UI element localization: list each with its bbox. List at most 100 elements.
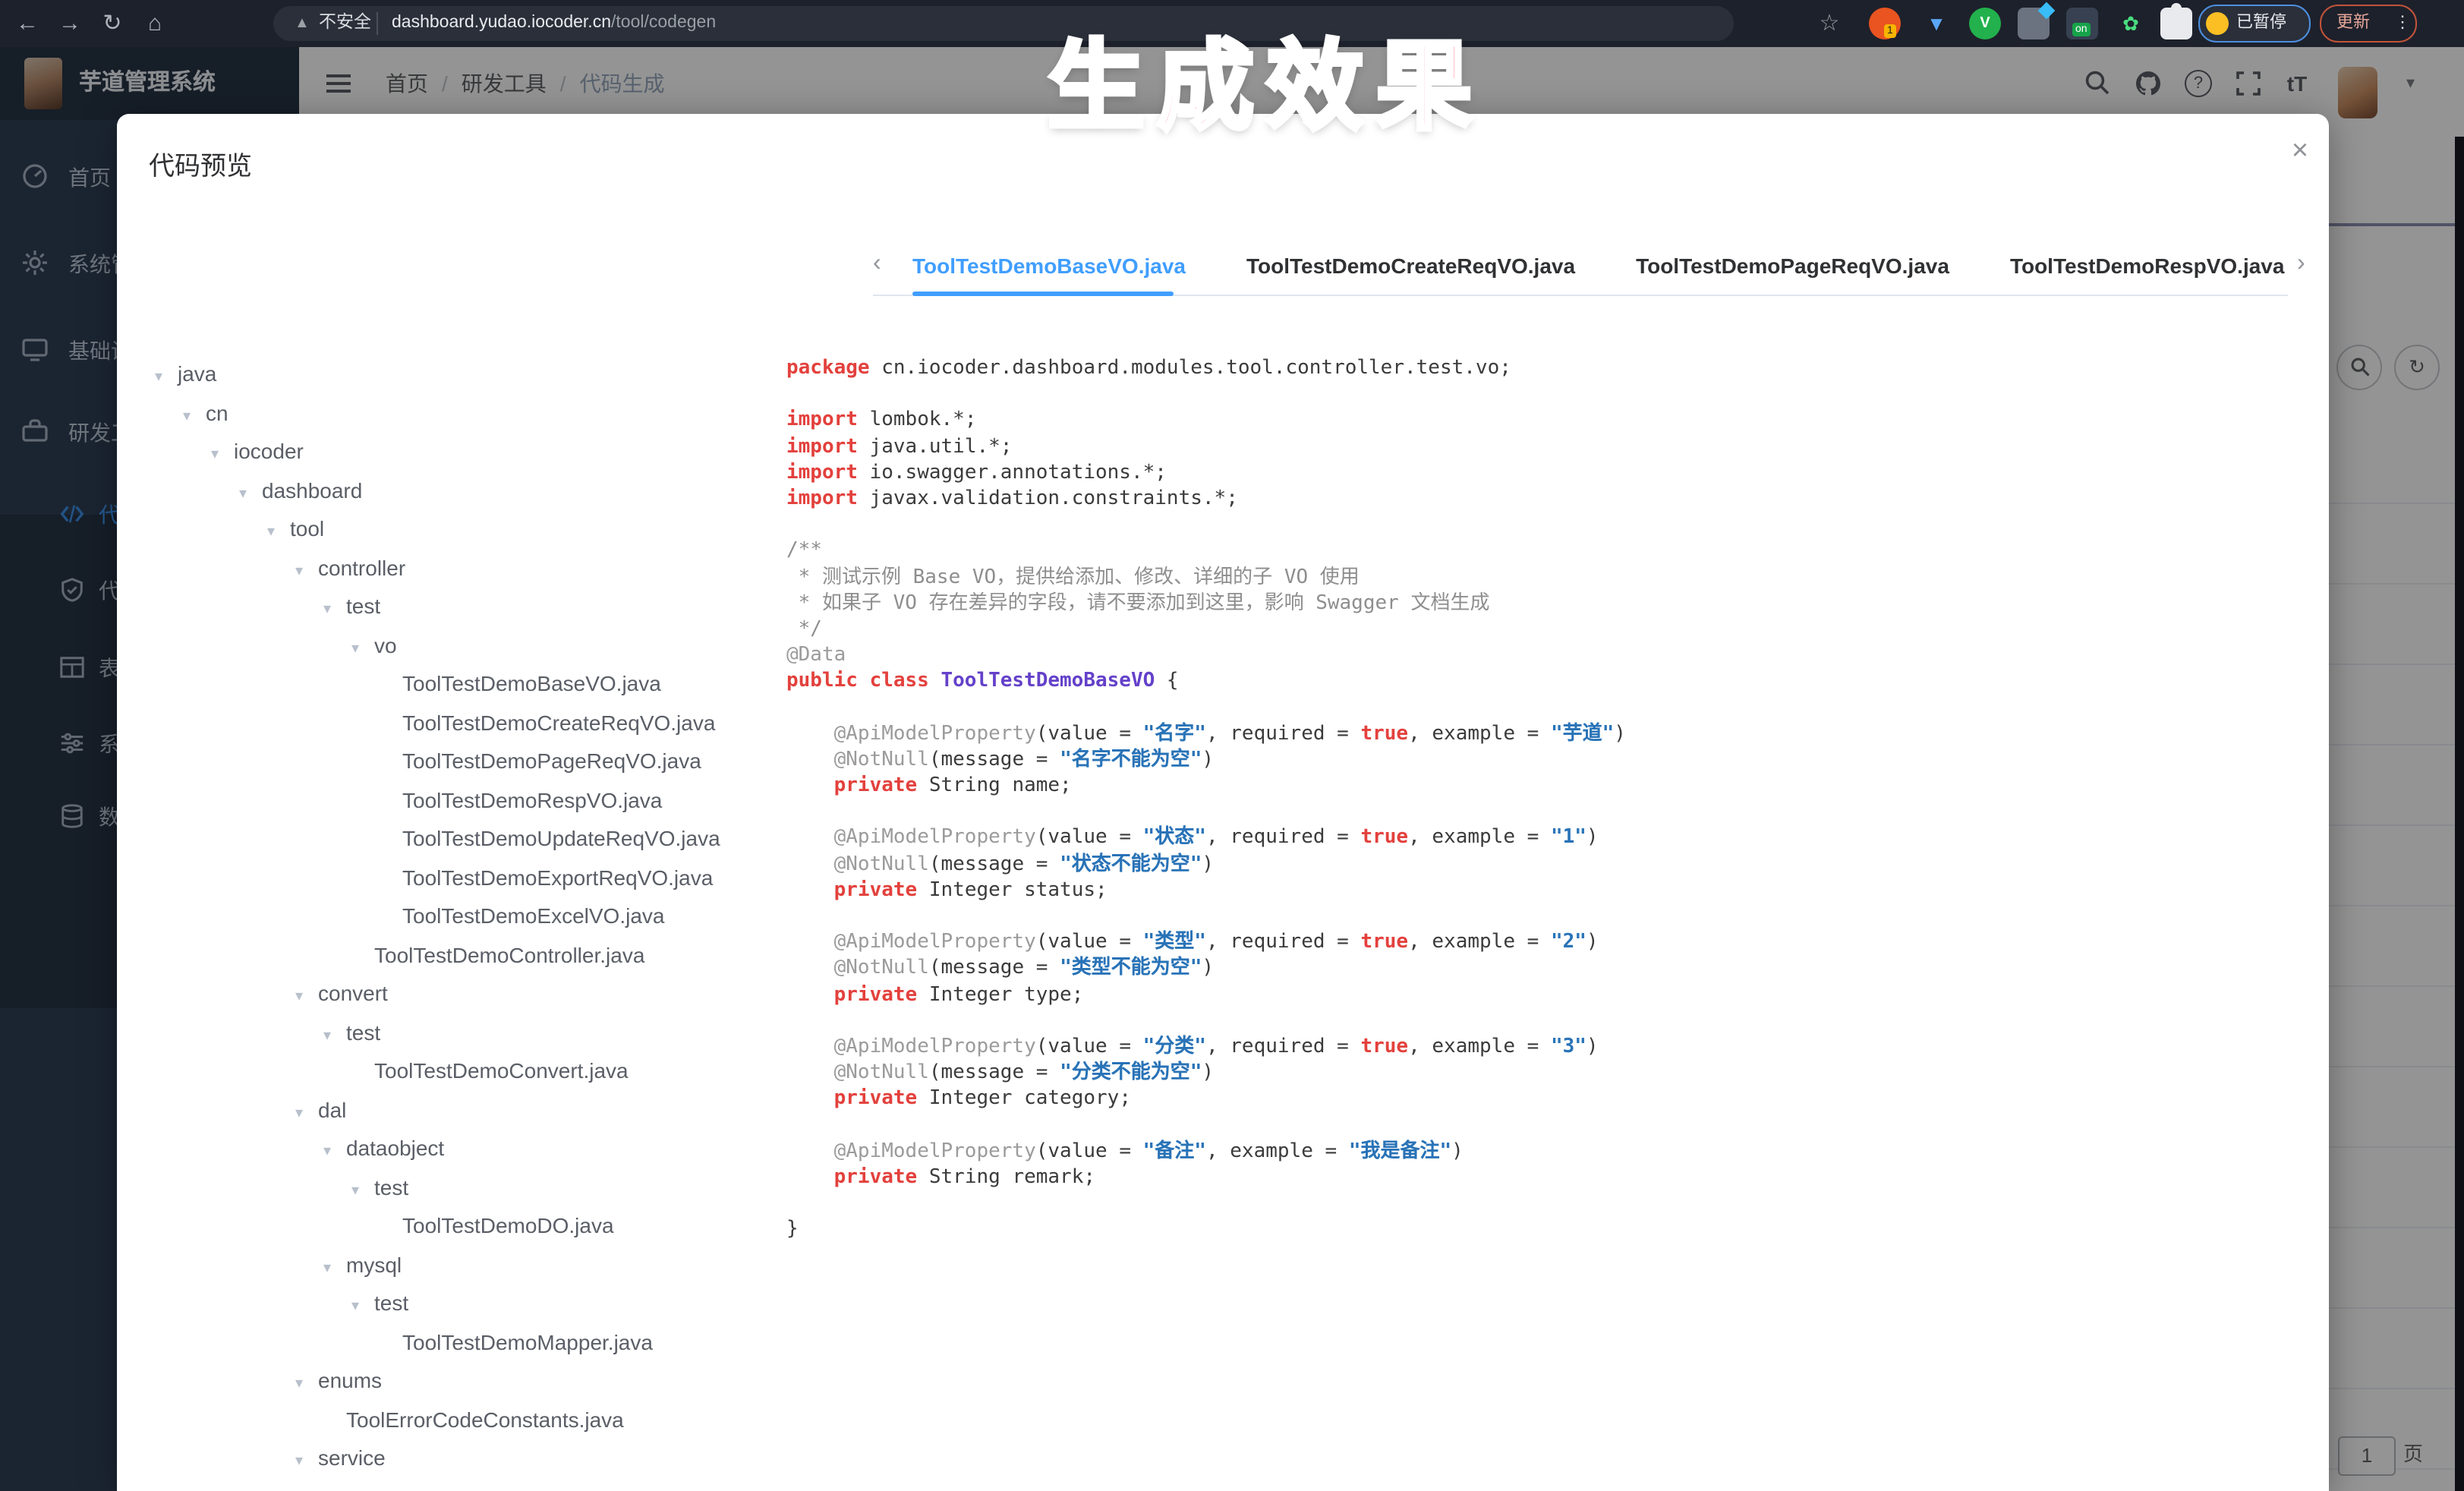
tree-file-row[interactable]: ToolTestDemoUpdateReqVO.java — [117, 820, 770, 859]
tree-node-label[interactable]: vo — [374, 632, 397, 657]
tree-expand-caret-icon[interactable]: ▾ — [351, 1171, 374, 1210]
tree-node-label[interactable]: ToolTestDemoConvert.java — [374, 1058, 629, 1083]
tree-node-label[interactable]: test — [346, 1020, 380, 1044]
tree-node-label[interactable]: convert — [318, 981, 388, 1005]
tree-file-row[interactable]: ToolTestDemoConvert.java — [117, 1052, 770, 1091]
extension-grid-icon[interactable] — [2018, 8, 2050, 39]
tree-folder-row[interactable]: ▾mysql — [117, 1246, 770, 1285]
tabs-scroll-right-icon[interactable]: › — [2297, 251, 2305, 278]
tree-folder-row[interactable]: ▾test — [117, 1478, 770, 1491]
extension-green-v-icon[interactable]: V — [1969, 8, 2001, 39]
tree-node-label[interactable]: java — [178, 361, 216, 386]
page-scrollbar[interactable] — [2455, 137, 2464, 1491]
url-text[interactable]: dashboard.yudao.iocoder.cn/tool/codegen — [392, 6, 716, 41]
tree-expand-caret-icon[interactable]: ▾ — [323, 1017, 346, 1055]
tree-folder-row[interactable]: ▾dal — [117, 1091, 770, 1130]
tree-expand-caret-icon[interactable]: ▾ — [295, 978, 318, 1017]
tree-file-row[interactable]: ToolTestDemoPageReqVO.java — [117, 742, 770, 781]
tree-node-label[interactable]: ToolErrorCodeConstants.java — [346, 1407, 624, 1431]
bookmark-star-icon[interactable]: ☆ — [1814, 0, 1845, 47]
tree-node-label[interactable]: ToolTestDemoBaseVO.java — [402, 671, 661, 695]
tree-expand-caret-icon[interactable]: ▾ — [351, 1288, 374, 1326]
tree-node-label[interactable]: cn — [206, 400, 228, 424]
tree-node-label[interactable]: ToolTestDemoMapper.java — [402, 1329, 653, 1354]
browser-back-icon[interactable]: ← — [12, 0, 43, 47]
browser-update-button[interactable]: 更新 ⋮ — [2320, 5, 2417, 43]
tree-node-label[interactable]: tool — [290, 516, 324, 541]
tree-folder-row[interactable]: ▾test — [117, 588, 770, 626]
tree-folder-row[interactable]: ▾vo — [117, 626, 770, 665]
tree-expand-caret-icon[interactable]: ▾ — [183, 397, 206, 436]
tree-node-label[interactable]: dashboard — [262, 478, 362, 502]
file-tab-0[interactable]: ToolTestDemoBaseVO.java — [912, 243, 1186, 288]
tree-node-label[interactable]: ToolTestDemoExportReqVO.java — [402, 865, 713, 889]
browser-home-icon[interactable]: ⌂ — [140, 0, 170, 47]
tree-folder-row[interactable]: ▾test — [117, 1285, 770, 1323]
tree-expand-caret-icon[interactable]: ▾ — [323, 1133, 346, 1171]
tree-folder-row[interactable]: ▾dataobject — [117, 1130, 770, 1168]
tree-expand-caret-icon[interactable]: ▾ — [323, 591, 346, 629]
tree-file-row[interactable]: ToolTestDemoBaseVO.java — [117, 665, 770, 704]
extension-orange-icon[interactable]: 1 — [1869, 8, 1901, 39]
tree-folder-row[interactable]: ▾tool — [117, 510, 770, 549]
tree-expand-caret-icon[interactable]: ▾ — [295, 1365, 318, 1404]
tree-node-label[interactable]: iocoder — [234, 439, 304, 463]
tree-expand-caret-icon[interactable]: ▾ — [267, 513, 290, 552]
tree-node-label[interactable]: ToolTestDemoPageReqVO.java — [402, 749, 701, 773]
tree-file-row[interactable]: ToolTestDemoCreateReqVO.java — [117, 704, 770, 742]
tree-node-label[interactable]: ToolTestDemoExcelVO.java — [402, 903, 665, 928]
tree-expand-caret-icon[interactable]: ▾ — [295, 1094, 318, 1133]
tree-folder-row[interactable]: ▾dashboard — [117, 471, 770, 510]
tree-file-row[interactable]: ToolErrorCodeConstants.java — [117, 1401, 770, 1439]
tree-node-label[interactable]: test — [346, 594, 380, 618]
browser-menu-kebab-icon[interactable]: ⋮ — [2394, 6, 2411, 41]
tree-expand-caret-icon[interactable]: ▾ — [323, 1481, 346, 1491]
tree-folder-row[interactable]: ▾java — [117, 355, 770, 394]
tree-node-label[interactable]: ToolTestDemoUpdateReqVO.java — [402, 826, 720, 850]
tree-file-row[interactable]: ToolTestDemoExcelVO.java — [117, 897, 770, 936]
browser-reload-icon[interactable]: ↻ — [97, 0, 128, 47]
address-bar[interactable]: ▲ 不安全 dashboard.yudao.iocoder.cn/tool/co… — [273, 6, 1734, 41]
dialog-close-icon[interactable]: × — [2285, 135, 2315, 169]
tree-folder-row[interactable]: ▾test — [117, 1013, 770, 1052]
tree-node-label[interactable]: dataobject — [346, 1136, 444, 1160]
tree-node-label[interactable]: ToolTestDemoRespVO.java — [402, 787, 662, 812]
tree-node-label[interactable]: ToolTestDemoController.java — [374, 942, 644, 966]
tree-node-label[interactable]: controller — [318, 555, 405, 579]
tree-folder-row[interactable]: ▾service — [117, 1439, 770, 1478]
tree-node-label[interactable]: ToolTestDemoCreateReqVO.java — [402, 710, 715, 734]
file-tab-3[interactable]: ToolTestDemoRespVO.java — [2010, 243, 2285, 288]
tree-expand-caret-icon[interactable]: ▾ — [323, 1249, 346, 1288]
tree-expand-caret-icon[interactable]: ▾ — [211, 436, 234, 474]
tree-expand-caret-icon[interactable]: ▾ — [351, 629, 374, 668]
file-tab-2[interactable]: ToolTestDemoPageReqVO.java — [1636, 243, 1949, 288]
tabs-scroll-left-icon[interactable]: ‹ — [873, 251, 881, 278]
tree-node-label[interactable]: test — [346, 1484, 380, 1491]
tree-folder-row[interactable]: ▾test — [117, 1168, 770, 1207]
tree-node-label[interactable]: service — [318, 1445, 386, 1470]
not-secure-label[interactable]: 不安全 — [319, 6, 371, 41]
tree-file-row[interactable]: ToolTestDemoMapper.java — [117, 1323, 770, 1362]
tree-expand-caret-icon[interactable]: ▾ — [239, 474, 262, 513]
tree-folder-row[interactable]: ▾enums — [117, 1362, 770, 1401]
extension-plant-icon[interactable]: ✿ — [2115, 8, 2147, 39]
tree-expand-caret-icon[interactable]: ▾ — [295, 1442, 318, 1481]
profile-paused-chip[interactable]: 已暂停 — [2198, 5, 2311, 43]
tree-node-label[interactable]: enums — [318, 1368, 382, 1392]
tree-expand-caret-icon[interactable]: ▾ — [155, 358, 178, 397]
extension-pin-icon[interactable]: ▼ — [1920, 8, 1952, 39]
tree-folder-row[interactable]: ▾convert — [117, 975, 770, 1013]
tree-file-row[interactable]: ToolTestDemoRespVO.java — [117, 781, 770, 820]
tree-node-label[interactable]: dal — [318, 1097, 346, 1121]
tree-expand-caret-icon[interactable]: ▾ — [295, 552, 318, 591]
code-viewer[interactable]: package cn.iocoder.dashboard.modules.too… — [786, 355, 2289, 1491]
tree-node-label[interactable]: test — [374, 1291, 408, 1315]
browser-forward-icon[interactable]: → — [55, 0, 85, 47]
tree-folder-row[interactable]: ▾cn — [117, 394, 770, 433]
tree-file-row[interactable]: ToolTestDemoController.java — [117, 936, 770, 975]
tree-folder-row[interactable]: ▾iocoder — [117, 433, 770, 471]
tree-node-label[interactable]: ToolTestDemoDO.java — [402, 1213, 614, 1237]
tree-node-label[interactable]: test — [374, 1174, 408, 1199]
extension-list-icon[interactable]: on — [2066, 8, 2098, 39]
tree-file-row[interactable]: ToolTestDemoDO.java — [117, 1207, 770, 1246]
